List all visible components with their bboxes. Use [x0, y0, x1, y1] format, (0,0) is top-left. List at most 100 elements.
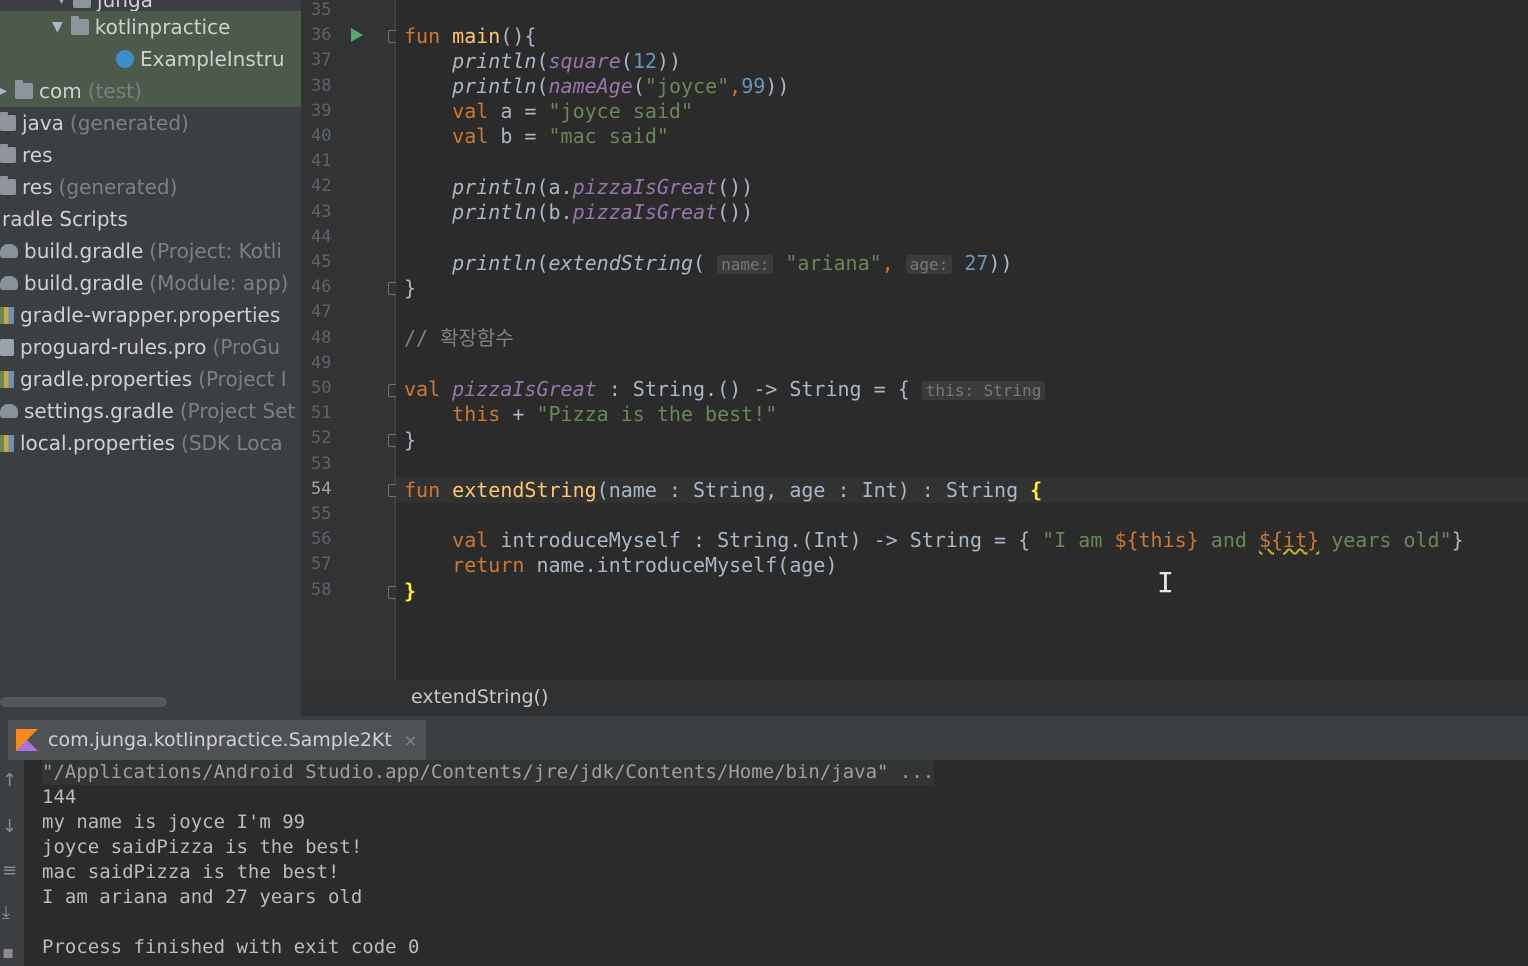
code-text: (name : String, age : Int) : String [596, 478, 1031, 502]
tree-item-hint: (Module: app) [149, 271, 289, 295]
code-text: ( [536, 251, 549, 275]
tree-item-com-test[interactable]: ▸ com (test) [0, 75, 301, 107]
folder-icon [0, 176, 16, 195]
receiver-hint: this: String [921, 381, 1046, 400]
code-text: + [500, 402, 537, 426]
string-literal: "ariana" [785, 251, 882, 275]
call-name: println [452, 251, 537, 275]
line-number: 38 [311, 75, 332, 96]
code-line-39: val a = "joyce said" [404, 99, 693, 124]
number-literal: 27 [964, 251, 989, 275]
print-icon[interactable]: ▪ [2, 942, 14, 963]
code-line-51: this + "Pizza is the best!" [404, 402, 777, 427]
parameter-hint: name: [717, 255, 774, 274]
collapse-arrow-icon[interactable]: ▸ [0, 83, 7, 99]
scroll-down-icon[interactable]: ↓ [2, 816, 17, 837]
line-number: 35 [311, 0, 332, 20]
line-number: 54 [311, 478, 332, 499]
tree-item-build-gradle-project[interactable]: build.gradle (Project: Kotli [0, 235, 282, 267]
tree-item-label: ExampleInstru [140, 47, 285, 71]
string-literal: "joyce" [644, 74, 730, 98]
line-number: 49 [311, 352, 332, 373]
keyword: val [452, 528, 489, 552]
extension-call: nameAge [548, 74, 633, 98]
tree-item-kotlinpractice[interactable]: ▼ kotlinpractice [0, 11, 301, 43]
soft-wrap-icon[interactable]: ≡ [2, 860, 17, 881]
tree-item-exampleinstrumented[interactable]: ExampleInstru [0, 43, 301, 75]
code-text: a = [488, 99, 549, 123]
comma: , [729, 74, 742, 98]
tree-item-hint: (test) [87, 79, 142, 103]
console-line: "/Applications/Android Studio.app/Conten… [42, 760, 935, 785]
tree-item-build-gradle-module[interactable]: build.gradle (Module: app) [0, 267, 288, 299]
line-number: 57 [311, 554, 332, 575]
extension-call: square [548, 49, 621, 73]
function-name: extendString [452, 478, 597, 502]
tree-horizontal-scrollbar[interactable] [0, 697, 167, 707]
tree-item-gradle-wrapper-properties[interactable]: gradle-wrapper.properties [0, 299, 280, 331]
comment: // 확장함수 [404, 326, 514, 350]
line-number: 44 [311, 226, 332, 247]
console-line: joyce saidPizza is the best! [42, 836, 363, 858]
close-icon[interactable]: × [404, 731, 417, 750]
keyword: return [452, 553, 525, 577]
code-text: ()) [717, 175, 754, 199]
line-number: 37 [311, 50, 332, 71]
run-tab[interactable]: com.junga.kotlinpractice.Sample2Kt × [8, 720, 426, 760]
scroll-up-icon[interactable]: ↑ [2, 770, 17, 791]
code-line-37: println(square(12)) [452, 49, 681, 73]
breadcrumb[interactable]: extendString() [411, 686, 548, 708]
tree-item-label: com [39, 79, 82, 103]
code-editor[interactable]: fun main(){ println(square(12)) println(… [396, 0, 1528, 680]
expand-arrow-icon[interactable]: ▼ [52, 19, 63, 35]
line-number: 48 [311, 327, 332, 348]
code-text: )) [988, 251, 1013, 275]
run-icon[interactable] [351, 28, 363, 42]
keyword: val [404, 377, 441, 401]
console-output[interactable]: "/Applications/Android Studio.app/Conten… [24, 760, 1528, 966]
code-text: } [1451, 528, 1464, 552]
tree-item-settings-gradle[interactable]: settings.gradle (Project Set [0, 395, 295, 427]
code-line-48: // 확장함수 [404, 326, 514, 351]
tree-item-hint: (Project Set [179, 399, 296, 423]
tree-item-res[interactable]: res [0, 139, 53, 171]
call-name: println [452, 49, 537, 73]
tree-item-local-properties[interactable]: local.properties (SDK Loca [0, 427, 283, 459]
line-number: 56 [311, 529, 332, 550]
code-line-56: val introduceMyself : String.(Int) -> St… [404, 528, 1464, 553]
code-text: ()) [717, 200, 754, 224]
tree-item-proguard-rules[interactable]: proguard-rules.pro (ProGu [0, 331, 280, 363]
code-text: b = [488, 124, 549, 148]
properties-icon [0, 306, 14, 324]
folder-icon [73, 0, 92, 8]
string-literal: years old" [1319, 528, 1452, 552]
folder-icon [15, 80, 34, 99]
properties-icon [0, 370, 14, 388]
line-number: 58 [311, 579, 332, 600]
call-name: println [452, 200, 537, 224]
folder-icon [0, 112, 16, 131]
matched-brace: } [404, 579, 417, 603]
expand-arrow-icon[interactable]: ▾ [58, 0, 65, 8]
tree-item-hint: (ProGu [212, 335, 281, 359]
parameter-hint: age: [905, 255, 953, 274]
text-cursor-icon: I [1157, 566, 1174, 599]
keyword: this [452, 402, 501, 426]
scroll-to-end-icon[interactable]: ⤓ [2, 902, 10, 923]
kotlin-icon [16, 729, 38, 751]
code-text: ( [536, 49, 549, 73]
code-text: (){ [500, 24, 537, 48]
tree-item-label: proguard-rules.pro [20, 335, 207, 359]
extension-call: pizzaIsGreat [572, 200, 718, 224]
tree-item-gradle-properties[interactable]: gradle.properties (Project I [0, 363, 287, 395]
tree-item-label: settings.gradle [24, 399, 174, 423]
tree-item-gradle-scripts[interactable]: radle Scripts [2, 203, 128, 235]
tree-item-res-generated[interactable]: res (generated) [0, 171, 177, 203]
code-line-57: return name.introduceMyself(age) [404, 553, 837, 578]
string-literal: "joyce said" [548, 99, 694, 123]
run-tab-label: com.junga.kotlinpractice.Sample2Kt [48, 729, 392, 751]
line-number: 41 [311, 151, 332, 172]
tree-item-java-generated[interactable]: java (generated) [0, 107, 189, 139]
tree-item-hint: (generated) [69, 111, 189, 135]
code-text: introduceMyself : String.(Int) -> String… [488, 528, 1043, 552]
